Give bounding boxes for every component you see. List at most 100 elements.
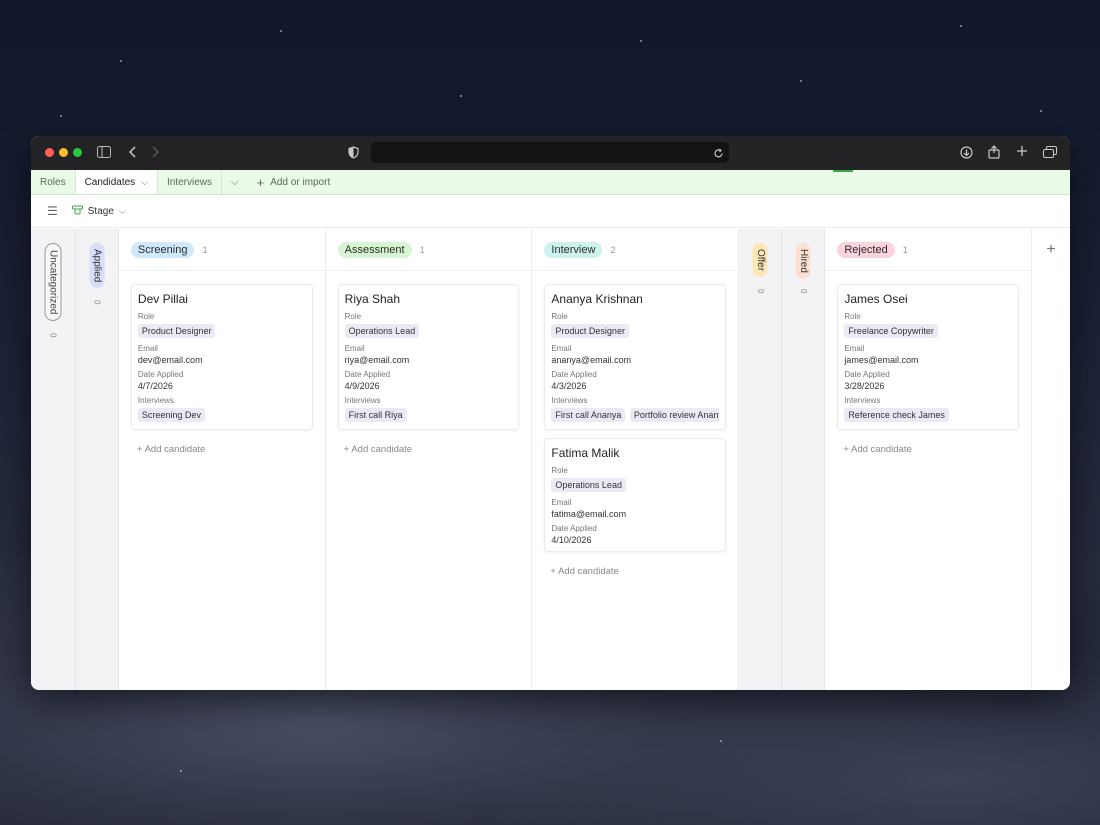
role-label: Role [344, 312, 362, 321]
date-value: 4/7/2026 [137, 381, 173, 391]
chevron-left-icon[interactable] [128, 146, 137, 160]
tab-interviews[interactable]: Interviews [158, 170, 221, 194]
chevron-down-icon[interactable]: ⌵ [141, 177, 148, 188]
candidate-card[interactable]: Fatima Malik Role Operations Lead Email … [544, 438, 727, 552]
shield-icon[interactable] [348, 146, 359, 161]
group-by-label: Stage [87, 205, 114, 217]
candidate-card[interactable]: Dev Pillai Role Product Designer Email d… [130, 284, 313, 430]
tab-overview-icon[interactable] [1043, 146, 1057, 160]
column-label: Applied [91, 249, 103, 283]
interview-chip[interactable]: Reference check James [844, 408, 949, 422]
column-offer[interactable]: Offer 0 [739, 229, 783, 690]
add-candidate-button[interactable]: + Add candidate [344, 444, 532, 455]
close-window-button[interactable] [45, 148, 54, 157]
column-header: Interview 2 [532, 229, 739, 271]
column-label[interactable]: Interview [544, 241, 603, 258]
column-count: 1 [202, 244, 208, 255]
role-label: Role [551, 466, 568, 475]
reload-icon[interactable] [713, 146, 724, 164]
plus-icon: + [256, 174, 265, 190]
candidate-card[interactable]: Ananya Krishnan Role Product Designer Em… [544, 284, 727, 430]
plus-icon: + [1046, 241, 1056, 258]
plus-icon: + [550, 566, 556, 577]
add-column-button[interactable]: + [1032, 229, 1070, 690]
date-value: 4/3/2026 [551, 381, 587, 391]
tab-roles[interactable]: Roles [31, 170, 75, 194]
column-count: 0 [755, 289, 765, 294]
tabs-more-button[interactable]: ⌵ [221, 170, 248, 194]
candidate-card[interactable]: James Osei Role Freelance Copywriter Ema… [837, 284, 1020, 430]
date-label: Date Applied [551, 370, 597, 379]
date-value: 4/9/2026 [344, 381, 380, 391]
column-label[interactable]: Assessment [337, 241, 412, 258]
kanban-board: Uncategorized 0 Applied 0 Screening 1 De… [31, 229, 1070, 690]
candidate-name: James Osei [844, 292, 908, 306]
plus-icon: + [343, 444, 350, 455]
column-label[interactable]: Screening [130, 241, 195, 258]
add-candidate-button[interactable]: + Add candidate [550, 566, 738, 577]
maximize-window-button[interactable] [73, 148, 82, 157]
date-label: Date Applied [137, 370, 184, 379]
column-count: 0 [92, 300, 102, 305]
column-uncategorized[interactable]: Uncategorized 0 [31, 229, 76, 690]
interviews-label: Interviews [344, 396, 381, 405]
email-label: Email [844, 344, 865, 353]
browser-window: Roles Candidates ⌵ Interviews ⌵ + Add or i… [31, 136, 1070, 690]
role-label: Role [844, 312, 861, 321]
add-candidate-button[interactable]: + Add candidate [843, 444, 1031, 455]
column-label-pill: Uncategorized [44, 243, 62, 322]
menu-icon[interactable]: ☰ [47, 204, 58, 218]
interview-chip[interactable]: First call Ananya [551, 408, 626, 422]
group-by-button[interactable]: Stage ⌵ [71, 205, 126, 218]
active-indicator [833, 170, 853, 172]
stage-icon [71, 205, 83, 218]
column-applied[interactable]: Applied 0 [75, 229, 119, 690]
download-icon[interactable] [960, 146, 973, 161]
date-label: Date Applied [844, 370, 890, 379]
column-assessment: Assessment 1 Riya Shah Role Operations L… [325, 229, 533, 690]
minimize-window-button[interactable] [59, 148, 68, 157]
add-candidate-button[interactable]: + Add candidate [137, 444, 325, 455]
role-chip: Product Designer [137, 324, 216, 338]
address-bar[interactable] [371, 142, 729, 163]
role-label: Role [551, 312, 568, 321]
email-label: Email [551, 498, 572, 507]
tab-label: Roles [40, 176, 66, 188]
column-header: Assessment 1 [325, 229, 532, 271]
role-chip: Freelance Copywriter [844, 324, 938, 338]
column-interview: Interview 2 Ananya Krishnan Role Product… [532, 229, 740, 690]
column-header: Screening 1 [118, 229, 325, 271]
sidebar-icon[interactable] [97, 146, 111, 160]
role-chip: Operations Lead [551, 478, 626, 492]
email-label: Email [551, 344, 572, 353]
email-value: ananya@email.com [551, 355, 632, 365]
column-label[interactable]: Rejected [837, 241, 895, 258]
candidate-card[interactable]: Riya Shah Role Operations Lead Email riy… [337, 284, 520, 430]
role-chip: Operations Lead [344, 324, 420, 338]
interview-chip[interactable]: Portfolio review Ananya [629, 408, 720, 422]
email-label: Email [137, 344, 158, 353]
column-count: 1 [419, 244, 425, 255]
add-candidate-label: Add candidate [558, 566, 619, 577]
email-value: dev@email.com [137, 355, 203, 365]
chevron-right-icon[interactable] [151, 146, 160, 160]
tab-candidates[interactable]: Candidates ⌵ [74, 170, 158, 194]
column-label: Offer [754, 249, 766, 272]
column-label-pill: Applied [89, 243, 105, 289]
column-hired[interactable]: Hired 0 [782, 229, 826, 690]
share-icon[interactable] [988, 145, 1000, 161]
add-candidate-label: Add candidate [851, 444, 912, 455]
interview-chip[interactable]: First call Riya [344, 408, 407, 422]
date-value: 4/10/2026 [551, 535, 592, 545]
column-rejected: Rejected 1 James Osei Role Freelance Cop… [825, 229, 1033, 690]
add-or-import-button[interactable]: + Add or import [248, 170, 340, 194]
candidate-name: Riya Shah [344, 292, 401, 306]
interview-chip[interactable]: Screening Dev [137, 408, 205, 422]
add-candidate-label: Add candidate [144, 444, 206, 455]
interviews-label: Interviews [137, 396, 174, 405]
plus-icon: + [136, 444, 143, 455]
new-tab-icon[interactable] [1016, 145, 1028, 159]
email-value: fatima@email.com [551, 509, 627, 519]
date-label: Date Applied [344, 370, 391, 379]
email-value: riya@email.com [344, 355, 410, 365]
